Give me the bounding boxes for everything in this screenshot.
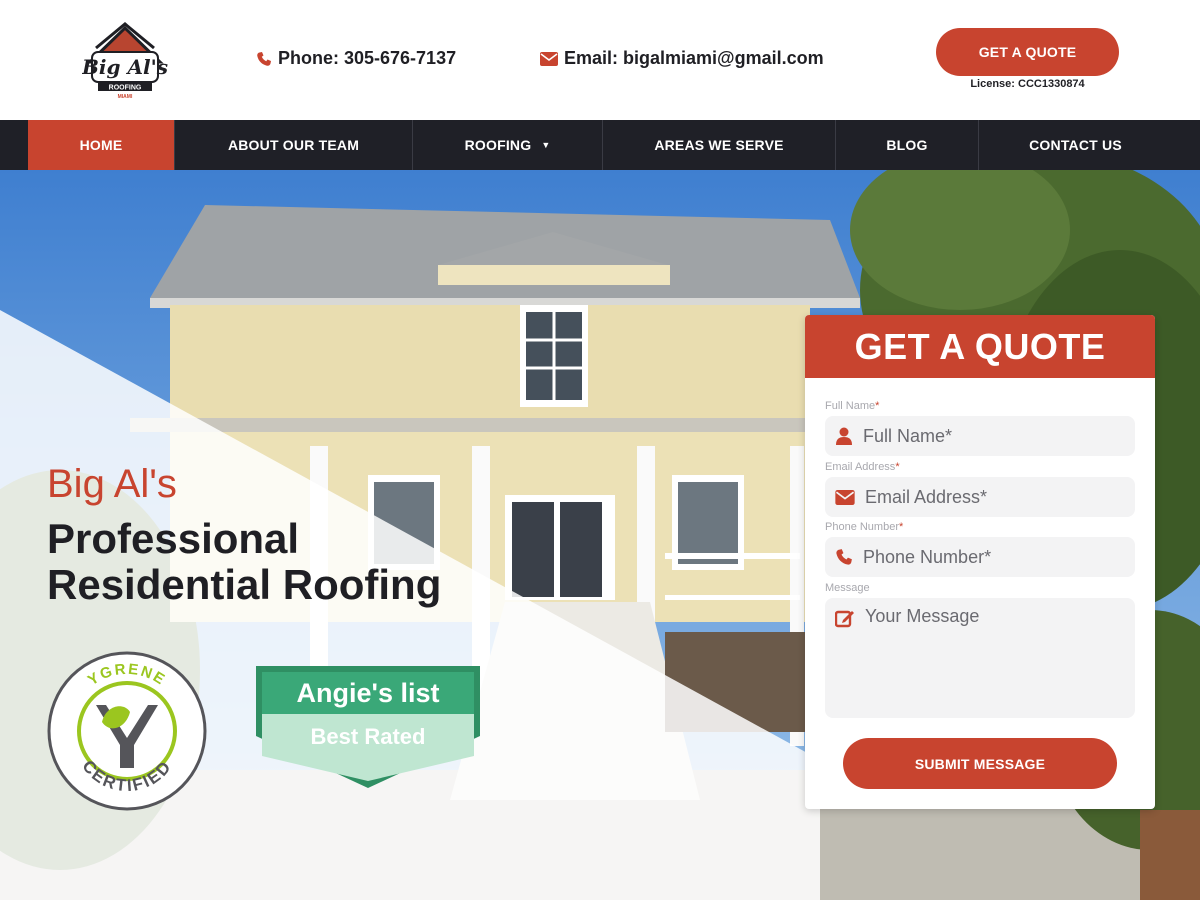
envelope-icon	[835, 489, 855, 505]
email-input[interactable]	[865, 486, 1115, 508]
nav-item-label: AREAS WE SERVE	[654, 137, 784, 153]
get-a-quote-button[interactable]: GET A QUOTE	[936, 28, 1119, 76]
nav-item-label: ROOFING	[464, 137, 532, 153]
nav-item-label: HOME	[79, 137, 123, 153]
message-field[interactable]	[825, 598, 1135, 718]
full-name-label: Full Name*	[825, 400, 879, 412]
hero-title-line-1: Professional	[47, 515, 300, 562]
full-name-field[interactable]	[825, 416, 1135, 456]
phone-label-text: Phone Number	[825, 521, 899, 533]
submit-message-button[interactable]: SUBMIT MESSAGE	[843, 738, 1117, 789]
phone-input[interactable]	[863, 546, 1113, 568]
hero-title: Professional Residential Roofing	[47, 516, 441, 608]
message-input[interactable]	[865, 606, 1127, 710]
user-icon	[836, 427, 852, 445]
message-label: Message	[825, 582, 870, 594]
angies-list-badge: Angie's list Best Rated	[256, 666, 480, 788]
phone-icon	[257, 51, 271, 66]
hero-subtitle: Big Al's	[47, 462, 177, 506]
required-mark: *	[895, 461, 900, 473]
phone-label: Phone Number*	[825, 521, 903, 533]
full-name-label-text: Full Name	[825, 400, 876, 412]
phone-text: Phone: 305-676-7137	[278, 48, 457, 68]
nav-item-label: BLOG	[886, 137, 928, 153]
email-label-text: Email Address	[825, 461, 896, 473]
required-mark: *	[899, 521, 904, 533]
license-number: License: CCC1330874	[970, 78, 1085, 90]
svg-text:MIAMI: MIAMI	[118, 94, 133, 100]
header-email[interactable]: Email: bigalmiami@gmail.com	[540, 48, 824, 69]
nav-item-contact-us[interactable]: CONTACT US	[978, 120, 1172, 170]
svg-text:Big Al's: Big Al's	[82, 55, 168, 79]
nav-item-blog[interactable]: BLOG	[835, 120, 978, 170]
phone-field[interactable]	[825, 537, 1135, 577]
svg-text:Angie's list: Angie's list	[297, 678, 440, 708]
quote-form-title: GET A QUOTE	[805, 315, 1155, 378]
nav-item-label: CONTACT US	[1029, 137, 1122, 153]
hero-title-line-2: Residential Roofing	[47, 561, 442, 608]
main-nav: HOME ABOUT OUR TEAM ROOFING ▼ AREAS WE S…	[0, 120, 1200, 170]
email-label: Email Address*	[825, 461, 900, 473]
envelope-icon	[540, 51, 558, 66]
quote-form-card: GET A QUOTE Full Name* Email Address* Ph…	[805, 315, 1155, 809]
nav-item-label: ABOUT OUR TEAM	[227, 137, 360, 153]
edit-icon	[835, 610, 854, 628]
required-mark: *	[875, 400, 880, 412]
header-phone[interactable]: Phone: 305-676-7137	[256, 48, 456, 69]
nav-item-about-our-team[interactable]: ABOUT OUR TEAM	[174, 120, 412, 170]
hero-section: Big Al's Professional Residential Roofin…	[0, 170, 1200, 900]
email-field[interactable]	[825, 477, 1135, 517]
site-header: Big Al's ROOFING MIAMI Phone: 305-676-71…	[0, 0, 1200, 120]
svg-text:Best Rated: Best Rated	[311, 724, 426, 749]
full-name-input[interactable]	[863, 425, 1113, 447]
nav-item-home[interactable]: HOME	[28, 120, 174, 170]
email-text: Email: bigalmiami@gmail.com	[564, 48, 824, 68]
big-als-logo[interactable]: Big Al's ROOFING MIAMI	[82, 22, 168, 100]
nav-item-areas-we-serve[interactable]: AREAS WE SERVE	[602, 120, 835, 170]
nav-item-roofing[interactable]: ROOFING ▼	[412, 120, 602, 170]
caret-down-icon: ▼	[541, 140, 551, 150]
phone-icon	[836, 549, 852, 565]
ygrene-certified-badge: YGRENE CERTIFIED	[47, 651, 207, 811]
svg-text:ROOFING: ROOFING	[109, 85, 142, 92]
